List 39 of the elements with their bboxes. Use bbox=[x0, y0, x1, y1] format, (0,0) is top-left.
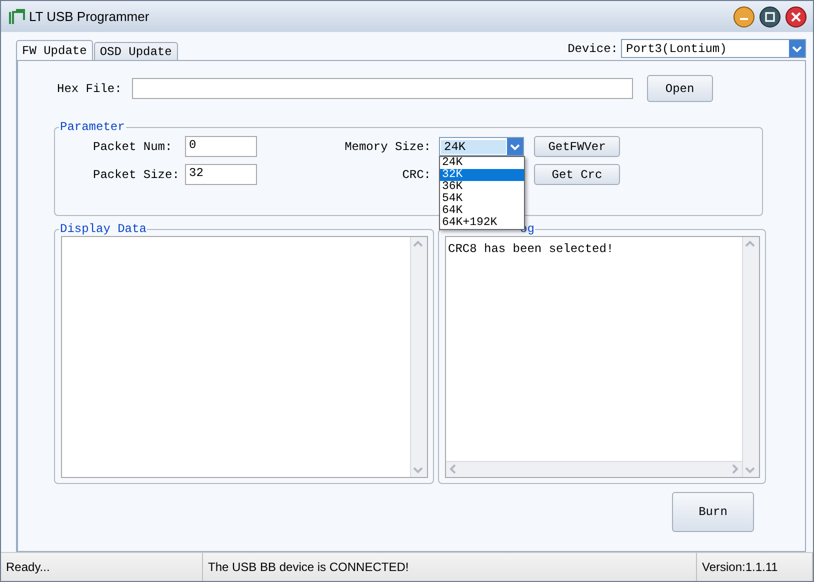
burn-button[interactable]: Burn bbox=[672, 492, 754, 532]
tab[interactable]: OSD Update bbox=[94, 42, 178, 60]
packet-size-field[interactable]: 32 bbox=[185, 164, 257, 185]
hex-file-field[interactable] bbox=[132, 78, 633, 99]
device-label: Device: bbox=[568, 42, 618, 56]
status-text: The USB BB device is CONNECTED! bbox=[203, 553, 697, 581]
log-area[interactable]: CRC8 has been selected! bbox=[445, 236, 760, 478]
dropdown-option[interactable]: 24K bbox=[440, 157, 524, 169]
memory-size-dropdown[interactable]: 24K bbox=[439, 137, 524, 156]
field-label: Packet Num: bbox=[93, 140, 174, 154]
field-label: Packet Size: bbox=[93, 168, 180, 182]
dropdown-option[interactable]: 36K bbox=[440, 181, 524, 193]
status-text: Version:1.1.11 bbox=[697, 553, 813, 581]
dropdown-option[interactable]: 54K bbox=[440, 193, 524, 205]
dropdown-option[interactable]: 32K bbox=[440, 169, 524, 181]
field-label: Memory Size: bbox=[344, 140, 432, 154]
field-label: CRC: bbox=[401, 168, 432, 182]
hex-file-label: Hex File: bbox=[57, 82, 122, 96]
status-text: Ready... bbox=[1, 553, 203, 581]
dropdown-option[interactable]: 64K+192K bbox=[440, 217, 524, 229]
get-fw-ver-button[interactable]: GetFWVer bbox=[534, 136, 620, 157]
packet-num-field[interactable]: 0 bbox=[185, 136, 257, 157]
app-logo-icon bbox=[9, 8, 25, 24]
log-text: CRC8 has been selected! bbox=[447, 241, 615, 258]
get-crc-button[interactable]: Get Crc bbox=[534, 164, 620, 185]
minimize-button[interactable] bbox=[733, 6, 755, 28]
device-dropdown[interactable]: Port3(Lontium) bbox=[621, 39, 806, 58]
group-title: Display Data bbox=[59, 222, 148, 236]
display-data-area[interactable] bbox=[61, 236, 428, 478]
open-button[interactable]: Open bbox=[646, 75, 713, 102]
maximize-button[interactable] bbox=[759, 6, 781, 28]
window-title: LT USB Programmer bbox=[29, 9, 150, 24]
dropdown-option[interactable]: 64K bbox=[440, 205, 524, 217]
vertical-scrollbar[interactable] bbox=[742, 237, 759, 477]
close-button[interactable] bbox=[785, 6, 807, 28]
horizontal-scrollbar[interactable] bbox=[446, 461, 742, 477]
vertical-scrollbar[interactable] bbox=[410, 237, 427, 477]
tab[interactable]: FW Update bbox=[16, 40, 93, 60]
group-title: Parameter bbox=[59, 120, 126, 134]
